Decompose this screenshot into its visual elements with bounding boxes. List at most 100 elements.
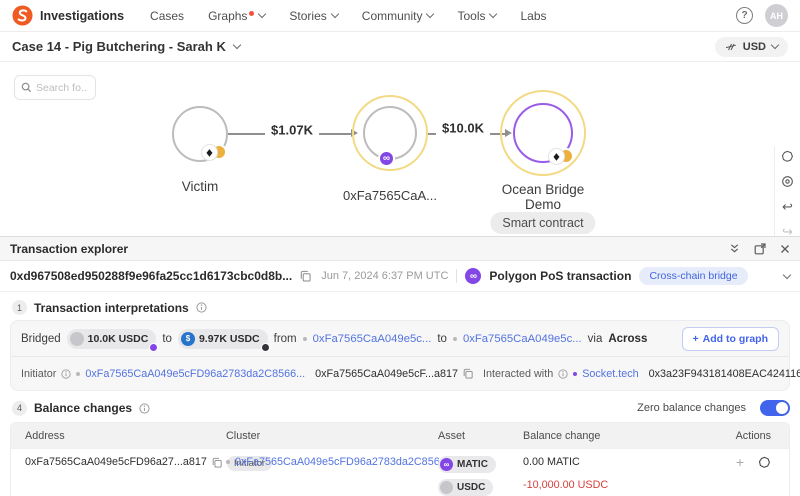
node-label-ocean-bridge: Ocean Bridge Demo xyxy=(488,182,598,212)
canvas-search[interactable] xyxy=(14,75,96,100)
column-header-address: Address xyxy=(11,430,226,442)
nav-item-cases[interactable]: Cases xyxy=(150,9,184,23)
notification-dot xyxy=(249,11,254,16)
nav-menu: Cases Graphs Stories Community Tools Lab… xyxy=(150,9,736,23)
search-input[interactable] xyxy=(36,82,88,94)
polygon-mini-icon xyxy=(149,343,158,352)
add-action-icon[interactable]: + xyxy=(736,456,744,468)
chain-coins-badge: ◆ xyxy=(548,148,574,165)
entity-dot xyxy=(76,372,80,376)
word-to: to xyxy=(162,333,172,345)
info-icon[interactable] xyxy=(558,369,568,379)
nav-item-stories[interactable]: Stories xyxy=(289,9,337,23)
copy-icon[interactable] xyxy=(300,270,311,282)
entity-dot xyxy=(226,460,230,464)
interacted-with-label: Interacted with xyxy=(483,368,553,380)
nav-item-tools[interactable]: Tools xyxy=(457,9,496,23)
zero-balance-toggle-label: Zero balance changes xyxy=(637,402,746,414)
asset-pill-usdc: USDC xyxy=(438,479,493,496)
balance-changes-table: Address Cluster Asset Balance change Act… xyxy=(10,422,790,496)
initiator-label: Initiator xyxy=(21,368,56,380)
balance-change-value: 0.00 MATIC xyxy=(523,456,718,468)
word-from: from xyxy=(274,333,297,345)
balance-change-value-negative: -10,000.00 USDC xyxy=(523,479,718,491)
search-icon xyxy=(21,82,32,93)
section-title: Balance changes xyxy=(34,401,132,415)
info-icon[interactable] xyxy=(61,369,71,379)
from-address-link[interactable]: 0xFa7565CaA049e5c... xyxy=(313,333,432,345)
section-title: Transaction interpretations xyxy=(34,301,189,315)
brand-name: Investigations xyxy=(40,9,124,23)
word-via: via xyxy=(588,333,603,345)
edge-amount-label[interactable]: $1.07K xyxy=(265,123,319,138)
node-circle-action-icon[interactable] xyxy=(758,456,771,469)
usdc-icon: $ xyxy=(181,332,195,346)
section-index-badge: 1 xyxy=(12,300,27,315)
help-icon[interactable]: ? xyxy=(736,7,753,24)
nav-item-community[interactable]: Community xyxy=(362,9,434,23)
currency-selector[interactable]: USD xyxy=(715,37,788,57)
info-icon[interactable] xyxy=(139,403,150,414)
chevron-down-icon xyxy=(489,10,497,18)
chevron-down-icon xyxy=(426,10,434,18)
initiator-row: Initiator 0xFa7565CaA049e5cFD96a2783da2C… xyxy=(11,356,789,390)
tx-summary-row: 0xd967508ed950288f9e96fa25cc1d6173cbc0d8… xyxy=(0,261,800,292)
edge-amount-label[interactable]: $10.0K xyxy=(436,121,490,136)
avatar[interactable]: AH xyxy=(765,4,788,27)
interacted-entity-link[interactable]: Socket.tech xyxy=(582,368,638,380)
chevron-down-icon xyxy=(233,41,241,49)
interpretation-card: Bridged 10.0K USDC to $ 9.97K USDC from … xyxy=(10,320,790,391)
chevron-down-icon xyxy=(258,10,266,18)
top-navbar: Investigations Cases Graphs Stories Comm… xyxy=(0,0,800,32)
cluster-link[interactable]: 0xFa7565CaA049e5cFD96a2783da2C85663f... xyxy=(235,456,464,468)
graph-canvas[interactable]: $1.07K $10.0K ◆ Victim ∞ 0xFa7565CaA... … xyxy=(0,62,800,236)
zero-balance-toggle[interactable] xyxy=(760,400,790,416)
copy-icon[interactable] xyxy=(463,368,473,379)
collapse-double-chevron-icon[interactable] xyxy=(729,243,740,254)
smart-contract-badge: Smart contract xyxy=(490,212,595,234)
case-bar: Case 14 - Pig Butchering - Sarah K USD xyxy=(0,32,800,62)
column-header-cluster: Cluster xyxy=(226,430,438,442)
currency-slashes-icon xyxy=(725,42,737,52)
cell-cluster: 0xFa7565CaA049e5cFD96a2783da2C85663f... xyxy=(226,456,438,496)
brand[interactable]: Investigations xyxy=(12,5,124,26)
cell-balance-change: 0.00 MATIC -10,000.00 USDC xyxy=(523,456,718,496)
interpretations-section-header: 1 Transaction interpretations xyxy=(0,292,800,320)
amount-in-pill: $ 9.97K USDC xyxy=(178,329,268,349)
cell-actions: + xyxy=(718,456,789,496)
bridged-interpretation-row: Bridged 10.0K USDC to $ 9.97K USDC from … xyxy=(11,321,789,356)
app-root: Investigations Cases Graphs Stories Comm… xyxy=(0,0,800,496)
word-to: to xyxy=(437,333,447,345)
token-icon xyxy=(70,332,84,346)
nav-item-labs[interactable]: Labs xyxy=(520,9,546,23)
section-index-badge: 4 xyxy=(12,401,27,416)
case-selector[interactable]: Case 14 - Pig Butchering - Sarah K xyxy=(12,39,240,54)
cell-address: 0xFa7565CaA049e5cFD96a27...a817 Initiato… xyxy=(11,456,226,496)
currency-label: USD xyxy=(743,41,766,53)
initiator-cluster-link[interactable]: 0xFa7565CaA049e5cFD96a2783da2C8566... xyxy=(85,368,305,380)
entity-dot xyxy=(573,372,577,376)
info-icon[interactable] xyxy=(196,302,207,313)
interacted-address: 0x3a23F943181408EAC424116Af7b7790c94Cb97… xyxy=(649,368,800,380)
amount-out-pill: 10.0K USDC xyxy=(67,329,157,349)
nav-item-graphs[interactable]: Graphs xyxy=(208,9,265,23)
column-header-asset: Asset xyxy=(438,430,523,442)
node-label-0xfa7565: 0xFa7565CaA... xyxy=(330,188,450,203)
copy-icon[interactable] xyxy=(212,457,222,468)
node-label-victim: Victim xyxy=(150,179,250,194)
chevron-down-icon[interactable] xyxy=(783,270,791,278)
cell-asset: ∞ MATIC USDC xyxy=(438,456,523,496)
lasso-select-icon[interactable] xyxy=(781,150,795,163)
balance-changes-section-header: 4 Balance changes Zero balance changes xyxy=(0,391,800,422)
undo-icon[interactable]: ↩ xyxy=(781,200,795,213)
close-icon[interactable] xyxy=(780,244,790,254)
to-address-link[interactable]: 0xFa7565CaA049e5c... xyxy=(463,333,582,345)
nav-right: ? AH xyxy=(736,4,788,27)
panel-title: Transaction explorer xyxy=(10,242,128,256)
plus-icon: + xyxy=(693,333,699,345)
case-title: Case 14 - Pig Butchering - Sarah K xyxy=(12,39,226,54)
expand-icon[interactable] xyxy=(754,243,766,255)
add-to-graph-button[interactable]: + Add to graph xyxy=(682,327,779,351)
chevron-down-icon xyxy=(331,10,339,18)
center-target-icon[interactable] xyxy=(781,175,795,188)
